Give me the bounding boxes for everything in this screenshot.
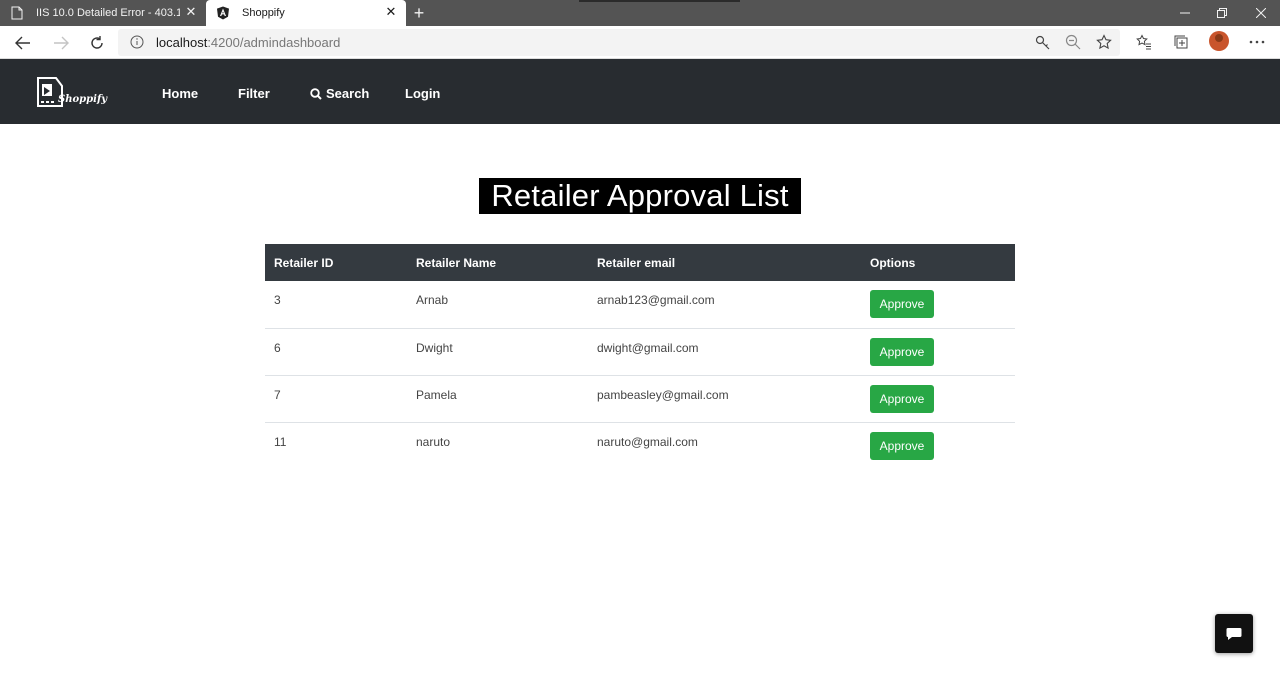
more-options-icon[interactable] xyxy=(1248,33,1266,51)
forward-arrow-icon[interactable] xyxy=(49,31,73,55)
retailer-name-cell: naruto xyxy=(416,434,451,449)
browser-tab-shoppify[interactable]: Shoppify ✕ xyxy=(206,0,406,26)
profile-avatar[interactable] xyxy=(1209,31,1229,51)
table-row: 7 Pamela pambeasley@gmail.com Approve xyxy=(265,375,1015,422)
tab-strip-accent xyxy=(579,0,740,2)
collections-icon[interactable] xyxy=(1172,33,1190,51)
options-cell: Approve xyxy=(861,375,1015,422)
chat-widget-button[interactable] xyxy=(1215,614,1253,653)
close-tab-icon[interactable]: ✕ xyxy=(184,5,198,19)
angular-icon xyxy=(216,6,230,20)
tab-title: IIS 10.0 Detailed Error - 403.14 - xyxy=(36,7,180,19)
app-navbar: Shoppify Home Filter Search Login xyxy=(0,59,1280,124)
column-header-retailer-name: Retailer Name xyxy=(416,255,497,270)
retailer-name-cell: Dwight xyxy=(416,340,453,355)
approve-button[interactable]: Approve xyxy=(870,431,934,460)
page-title: Retailer Approval List xyxy=(479,178,801,214)
retailer-approval-table: Retailer ID Retailer Name Retailer email… xyxy=(265,244,1015,469)
table-row: 11 naruto naruto@gmail.com Approve xyxy=(265,422,1015,469)
retailer-id-cell: 6 xyxy=(274,340,281,355)
retailer-email-cell: pambeasley@gmail.com xyxy=(597,387,729,402)
chat-bubble-icon xyxy=(1226,627,1242,640)
retailer-email-cell: naruto@gmail.com xyxy=(597,434,698,449)
nav-link-home[interactable]: Home xyxy=(162,86,198,101)
site-info-icon[interactable] xyxy=(130,35,144,49)
approve-button[interactable]: Approve xyxy=(870,337,934,366)
browser-tab-iis-error[interactable]: IIS 10.0 Detailed Error - 403.14 - ✕ xyxy=(0,0,206,26)
retailer-id-cell: 7 xyxy=(274,387,281,402)
retailer-id-cell: 11 xyxy=(274,434,287,449)
browser-toolbar: localhost:4200/admindashboard xyxy=(0,26,1280,59)
column-header-options: Options xyxy=(870,255,916,270)
column-header-retailer-id: Retailer ID xyxy=(274,255,334,270)
table-row: 3 Arnab arnab123@gmail.com Approve xyxy=(265,281,1015,328)
favorite-star-icon[interactable] xyxy=(1095,33,1113,51)
page-icon xyxy=(10,6,24,20)
back-arrow-icon[interactable] xyxy=(11,31,35,55)
nav-link-filter[interactable]: Filter xyxy=(238,86,270,101)
approve-button[interactable]: Approve xyxy=(870,384,934,413)
new-tab-button[interactable]: + xyxy=(409,3,429,23)
nav-link-search[interactable]: Search xyxy=(310,86,369,101)
retailer-email-cell: arnab123@gmail.com xyxy=(597,293,715,307)
restore-window-button[interactable] xyxy=(1203,0,1241,26)
zoom-out-icon[interactable] xyxy=(1064,33,1082,51)
approve-button[interactable]: Approve xyxy=(870,290,934,318)
favorites-list-icon[interactable] xyxy=(1135,33,1153,51)
retailer-email-cell: dwight@gmail.com xyxy=(597,340,699,355)
retailer-name-cell: Pamela xyxy=(416,387,457,402)
address-bar[interactable]: localhost:4200/admindashboard xyxy=(118,29,1120,56)
table-header-row: Retailer ID Retailer Name Retailer email… xyxy=(265,244,1015,281)
options-cell: Approve xyxy=(861,281,1015,328)
refresh-icon[interactable] xyxy=(85,31,109,55)
url-text: localhost:4200/admindashboard xyxy=(156,35,341,50)
tab-title: Shoppify xyxy=(242,7,285,19)
retailer-name-cell: Arnab xyxy=(416,293,449,307)
key-icon[interactable] xyxy=(1034,33,1052,51)
brand-logo[interactable]: Shoppify xyxy=(34,74,108,110)
options-cell: Approve xyxy=(861,328,1015,375)
close-window-button[interactable] xyxy=(1242,0,1280,26)
brand-name: Shoppify xyxy=(58,94,108,105)
options-cell: Approve xyxy=(861,422,1015,469)
nav-link-login[interactable]: Login xyxy=(405,86,440,101)
heading-container: Retailer Approval List xyxy=(0,178,1280,214)
minimize-window-button[interactable] xyxy=(1166,0,1204,26)
table-row: 6 Dwight dwight@gmail.com Approve xyxy=(265,328,1015,375)
search-icon xyxy=(310,87,322,100)
retailer-id-cell: 3 xyxy=(274,293,281,307)
nav-link-label: Search xyxy=(326,86,370,101)
column-header-retailer-email: Retailer email xyxy=(597,255,676,270)
close-tab-icon[interactable]: ✕ xyxy=(384,5,398,19)
browser-tab-strip: IIS 10.0 Detailed Error - 403.14 - ✕ Sho… xyxy=(0,0,1280,26)
